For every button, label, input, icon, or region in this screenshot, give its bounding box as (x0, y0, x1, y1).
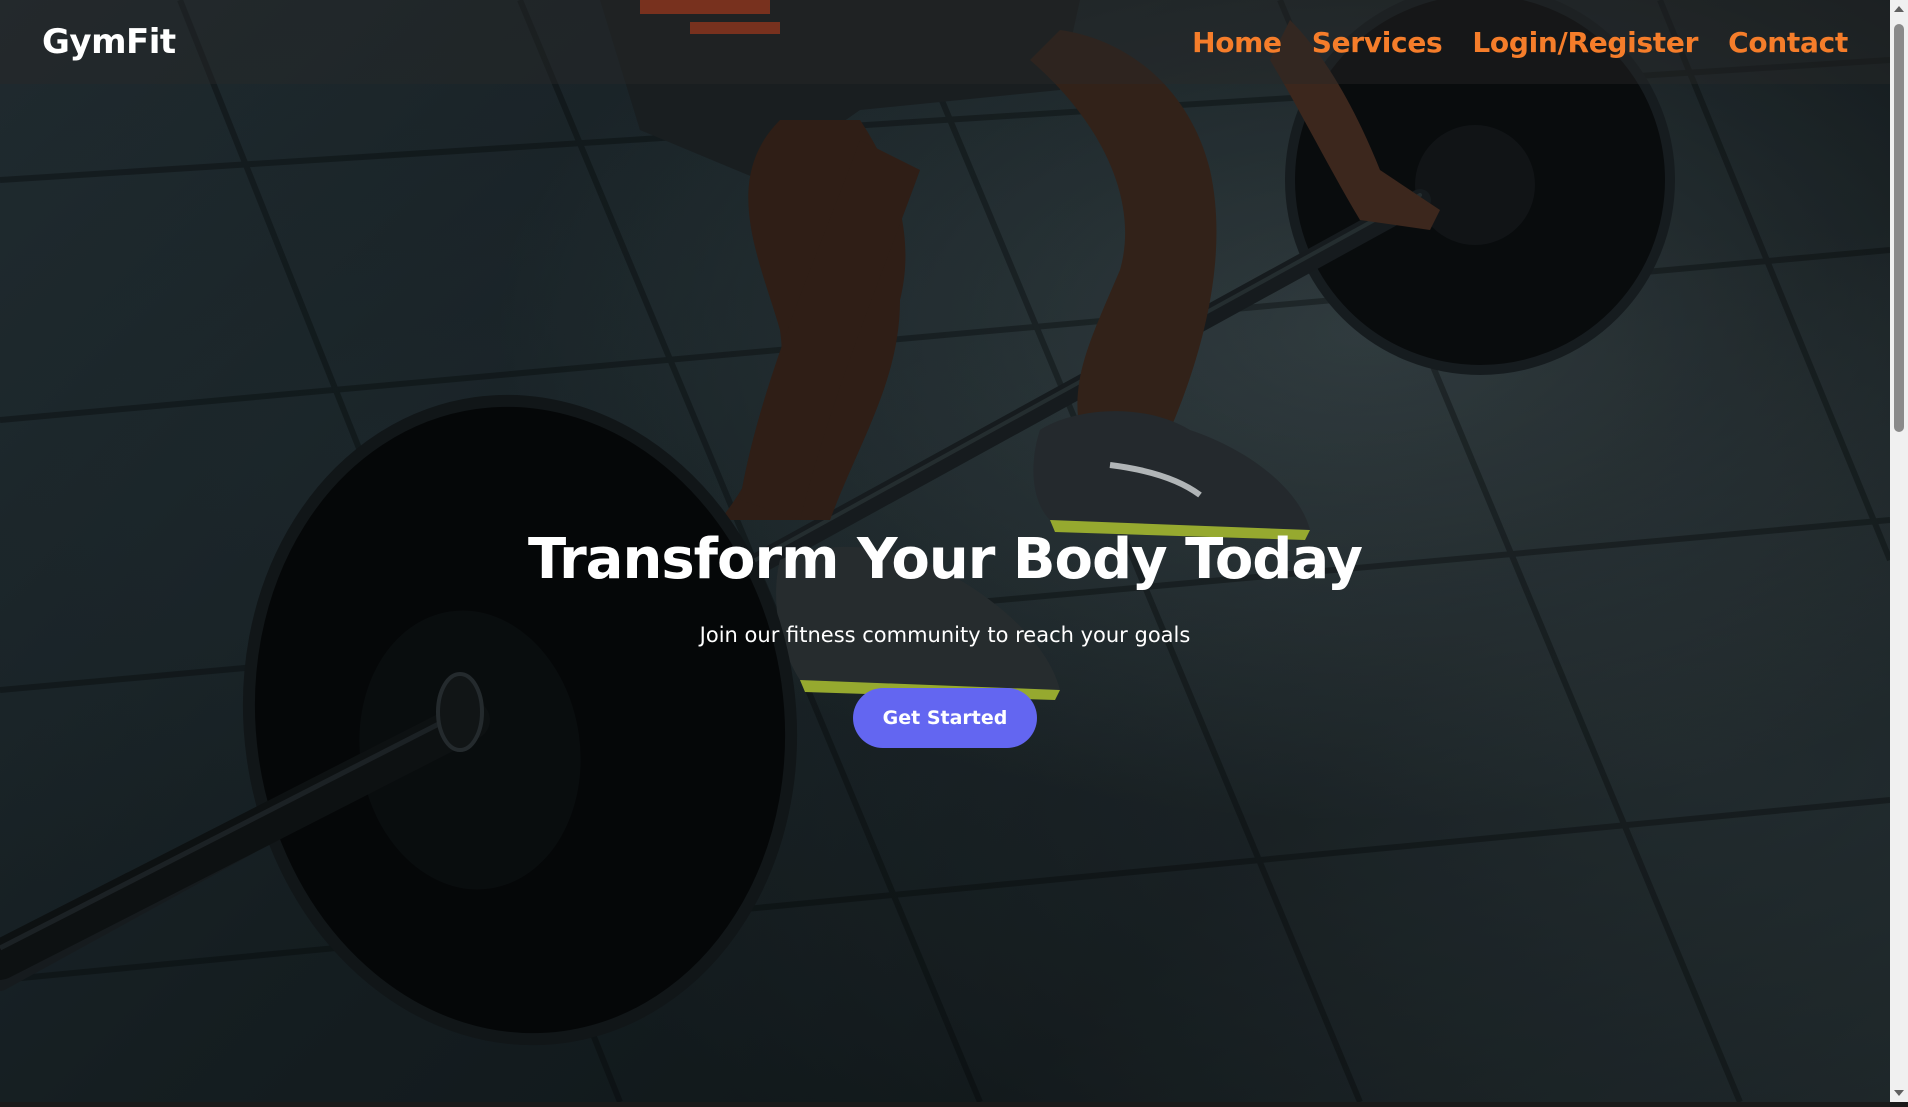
nav-link-home[interactable]: Home (1192, 26, 1282, 59)
window-bottom-border (0, 1102, 1908, 1107)
vertical-scrollbar[interactable] (1890, 0, 1908, 1102)
scroll-down-arrow-icon[interactable] (1894, 1090, 1904, 1096)
nav-link-contact[interactable]: Contact (1728, 26, 1848, 59)
get-started-button[interactable]: Get Started (852, 688, 1038, 748)
hero-section: Transform Your Body Today Join our fitne… (0, 520, 1890, 748)
main-nav: Home Services Login/Register Contact (1192, 26, 1848, 59)
hero-title: Transform Your Body Today (528, 527, 1363, 592)
scroll-up-arrow-icon[interactable] (1894, 6, 1904, 12)
nav-link-services[interactable]: Services (1312, 26, 1443, 59)
site-logo[interactable]: GymFit (42, 22, 176, 62)
site-header: GymFit Home Services Login/Register Cont… (0, 0, 1890, 84)
scrollbar-thumb[interactable] (1894, 24, 1904, 432)
hero-subtitle: Join our fitness community to reach your… (699, 623, 1191, 647)
nav-link-login-register[interactable]: Login/Register (1472, 26, 1698, 59)
browser-viewport: GymFit Home Services Login/Register Cont… (0, 0, 1908, 1107)
